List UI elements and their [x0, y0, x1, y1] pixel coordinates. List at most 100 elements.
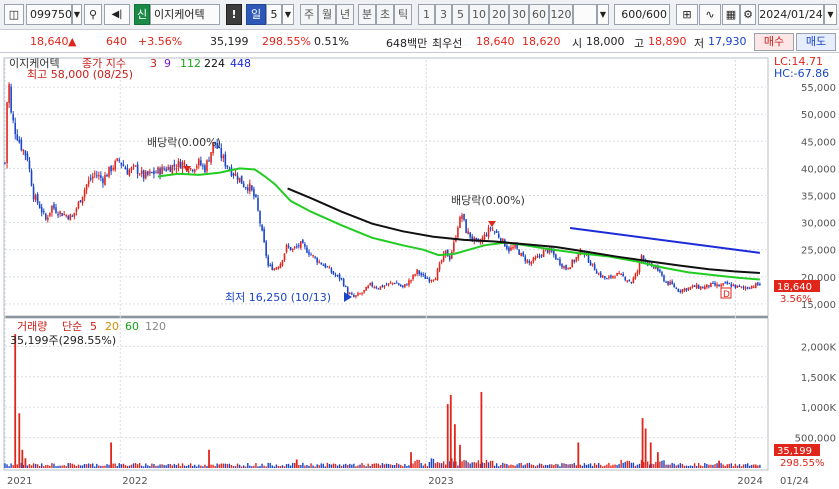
sell-button[interactable]: 매도: [796, 33, 836, 51]
candle-body: [87, 180, 90, 185]
candle-body: [493, 231, 496, 233]
candle-body: [465, 219, 467, 234]
volume-bar: [508, 465, 510, 468]
volume-bar: [218, 464, 220, 468]
volume-bar: [38, 466, 41, 468]
candle-body: [416, 269, 418, 274]
period-day-button[interactable]: 일: [246, 4, 266, 25]
high-label: 고: [634, 37, 645, 50]
candle-body: [210, 152, 212, 163]
volume-bar: [204, 464, 206, 468]
candle-body: [710, 282, 712, 288]
candle-body: [348, 293, 351, 295]
candle-body: [361, 293, 363, 295]
volume-bar: [753, 464, 755, 468]
minute-120-button[interactable]: 120: [549, 4, 573, 25]
volume-bar: [28, 464, 31, 468]
minute-20-button[interactable]: 20: [489, 4, 509, 25]
volume-bar: [520, 463, 522, 468]
period-count-input[interactable]: 5: [266, 4, 282, 25]
chart-menu-icon[interactable]: ◫: [4, 4, 24, 25]
candle-body: [518, 249, 520, 255]
volume-bar: [304, 465, 306, 468]
minute-5-button[interactable]: 5: [452, 4, 469, 25]
candle-body: [140, 170, 143, 174]
volume-bar: [669, 464, 671, 468]
minute-1-button[interactable]: 1: [418, 4, 435, 25]
candle-body: [57, 214, 59, 216]
candle-body: [487, 227, 490, 237]
candle-body: [236, 175, 239, 180]
price-tick-label: 40,000: [801, 164, 836, 175]
period-second-button[interactable]: 초: [376, 4, 394, 25]
date-input[interactable]: 2024/01/24: [758, 4, 824, 25]
minute-3-button[interactable]: 3: [435, 4, 452, 25]
save-icon[interactable]: ▦: [722, 4, 740, 25]
period-week-button[interactable]: 주: [300, 4, 318, 25]
candle-body: [355, 295, 357, 297]
candle-body: [59, 211, 61, 214]
candle-body: [316, 258, 318, 263]
volume-bar: [106, 464, 108, 468]
minute-10-button[interactable]: 10: [469, 4, 489, 25]
alert-button[interactable]: !: [226, 4, 242, 25]
candle-body: [234, 173, 237, 176]
volume-bar: [428, 461, 431, 468]
period-year-button[interactable]: 년: [336, 4, 354, 25]
period-minute-button[interactable]: 분: [358, 4, 376, 25]
data-count-input[interactable]: 600/600: [614, 4, 670, 25]
candle-body: [91, 176, 94, 179]
volume-bar: [728, 463, 730, 468]
minute-30-button[interactable]: 30: [509, 4, 529, 25]
volume-bar: [61, 465, 63, 468]
candle-body: [65, 215, 68, 217]
last-volume-pct: 298.55%: [780, 458, 825, 469]
candle-body: [177, 160, 180, 168]
candle-body: [312, 255, 314, 257]
period-count-dropdown-icon[interactable]: ▼: [282, 4, 294, 25]
candle-body: [542, 250, 545, 258]
best-ask: 18,640: [476, 35, 515, 48]
candle-body: [206, 160, 208, 172]
volume-bar: [604, 465, 606, 468]
candle-body: [14, 122, 17, 135]
period-tick-button[interactable]: 틱: [394, 4, 412, 25]
custom-period-dropdown-icon[interactable]: ▼: [597, 4, 609, 25]
candle-body: [134, 165, 137, 167]
volume-bar: [500, 465, 502, 468]
minute-60-button[interactable]: 60: [529, 4, 549, 25]
stock-chart[interactable]: 15,00020,00025,00030,00035,00040,00045,0…: [0, 54, 839, 489]
candle-body: [81, 196, 84, 204]
prev-next-icon[interactable]: ◀|: [104, 4, 130, 25]
custom-period-input[interactable]: [573, 4, 597, 25]
buy-button[interactable]: 매수: [754, 33, 794, 51]
date-dropdown-icon[interactable]: ▼: [824, 4, 837, 25]
code-dropdown-icon[interactable]: ▼: [72, 4, 82, 25]
candle-body: [340, 278, 343, 280]
candle-body: [661, 272, 663, 276]
period-month-button[interactable]: 월: [318, 4, 336, 25]
candle-body: [259, 211, 261, 224]
volume-bar: [294, 462, 296, 468]
volume-bar: [212, 464, 214, 468]
volume-bar: [744, 464, 747, 468]
candle-body: [418, 270, 420, 274]
volume-bar: [202, 466, 204, 468]
volume-bar: [530, 464, 533, 468]
indicator-icon[interactable]: ∿: [699, 4, 721, 25]
candle-body: [269, 264, 272, 266]
vol-ma60-legend: 60: [125, 320, 139, 333]
volume-bar: [473, 462, 475, 468]
volume-bar: [638, 463, 641, 468]
stock-name[interactable]: 이지케어텍: [150, 4, 220, 25]
chart-tools-icon[interactable]: ⊞: [676, 4, 698, 25]
volume-bar: [569, 464, 571, 468]
search-icon[interactable]: ⚲: [84, 4, 102, 25]
last-volume-label: 35,199: [777, 446, 812, 457]
candle-body: [512, 246, 514, 249]
volume-bar: [196, 466, 198, 468]
settings-gear-icon[interactable]: ⚙: [740, 4, 756, 25]
volume-bar: [87, 463, 90, 468]
stock-code-input[interactable]: 099750: [26, 4, 72, 25]
candle-body: [85, 184, 88, 191]
